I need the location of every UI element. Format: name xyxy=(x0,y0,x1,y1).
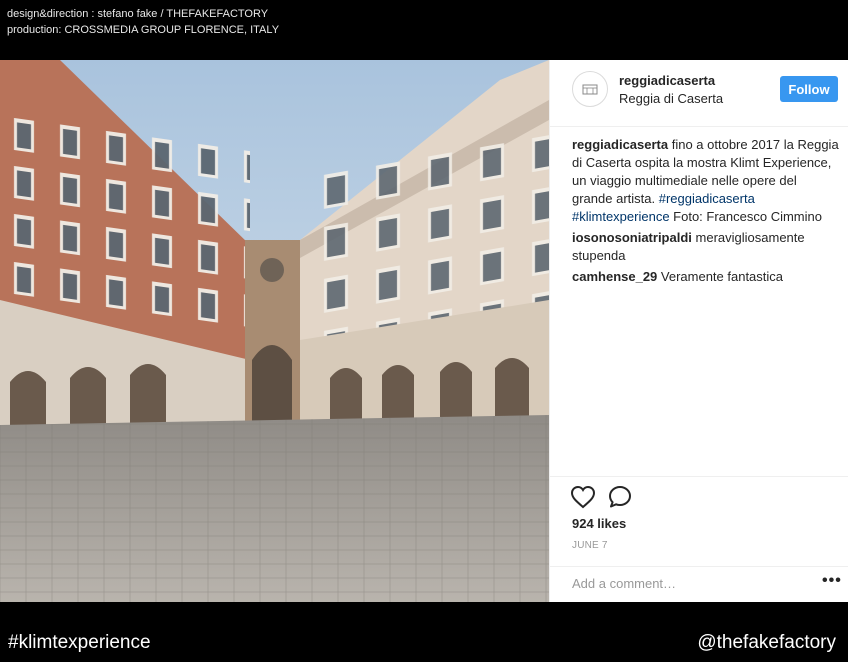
comment-item: camhense_29 Veramente fantastica xyxy=(572,268,840,286)
likes-count[interactable]: 924 likes xyxy=(572,516,626,531)
comment-list: reggiadicaserta fino a ottobre 2017 la R… xyxy=(572,136,840,289)
post-photo[interactable] xyxy=(0,60,549,602)
caption: reggiadicaserta fino a ottobre 2017 la R… xyxy=(572,136,840,226)
post-date: JUNE 7 xyxy=(572,540,608,551)
palace-logo-icon xyxy=(582,84,598,95)
footer-handle: @thefakefactory xyxy=(697,632,836,653)
post-username[interactable]: reggiadicaserta xyxy=(619,73,715,88)
hashtag-link[interactable]: #reggiadicaserta xyxy=(659,191,755,206)
add-comment-input[interactable]: Add a comment… xyxy=(572,576,676,591)
credits-direction: design&direction : stefano fake / THEFAK… xyxy=(7,8,269,20)
credits-production: production: CROSSMEDIA GROUP FLORENCE, I… xyxy=(7,24,280,36)
caption-username[interactable]: reggiadicaserta xyxy=(572,137,668,152)
comment-item: iosonosoniatripaldi meravigliosamente st… xyxy=(572,229,840,265)
avatar[interactable] xyxy=(572,71,608,107)
more-options-icon[interactable]: ••• xyxy=(822,572,842,590)
actions-divider xyxy=(550,476,848,477)
hashtag-link[interactable]: #klimtexperience xyxy=(572,209,670,224)
credits: design&direction : stefano fake / THEFAK… xyxy=(7,6,279,38)
footer-hashtag: #klimtexperience xyxy=(8,632,151,653)
post-header: reggiadicaserta Reggia di Caserta Follow xyxy=(550,60,848,127)
comment-text: Veramente fantastica xyxy=(657,269,784,284)
follow-button[interactable]: Follow xyxy=(780,76,838,102)
comment-username[interactable]: iosonosoniatripaldi xyxy=(572,230,692,245)
comment-username[interactable]: camhense_29 xyxy=(572,269,657,284)
caption-credit: Foto: Francesco Cimmino xyxy=(669,209,822,224)
heart-icon[interactable] xyxy=(570,485,596,509)
instagram-post: reggiadicaserta Reggia di Caserta Follow… xyxy=(0,60,848,602)
comment-bubble-icon[interactable] xyxy=(608,485,632,509)
post-location[interactable]: Reggia di Caserta xyxy=(619,91,723,106)
post-side-panel: reggiadicaserta Reggia di Caserta Follow… xyxy=(549,60,848,602)
